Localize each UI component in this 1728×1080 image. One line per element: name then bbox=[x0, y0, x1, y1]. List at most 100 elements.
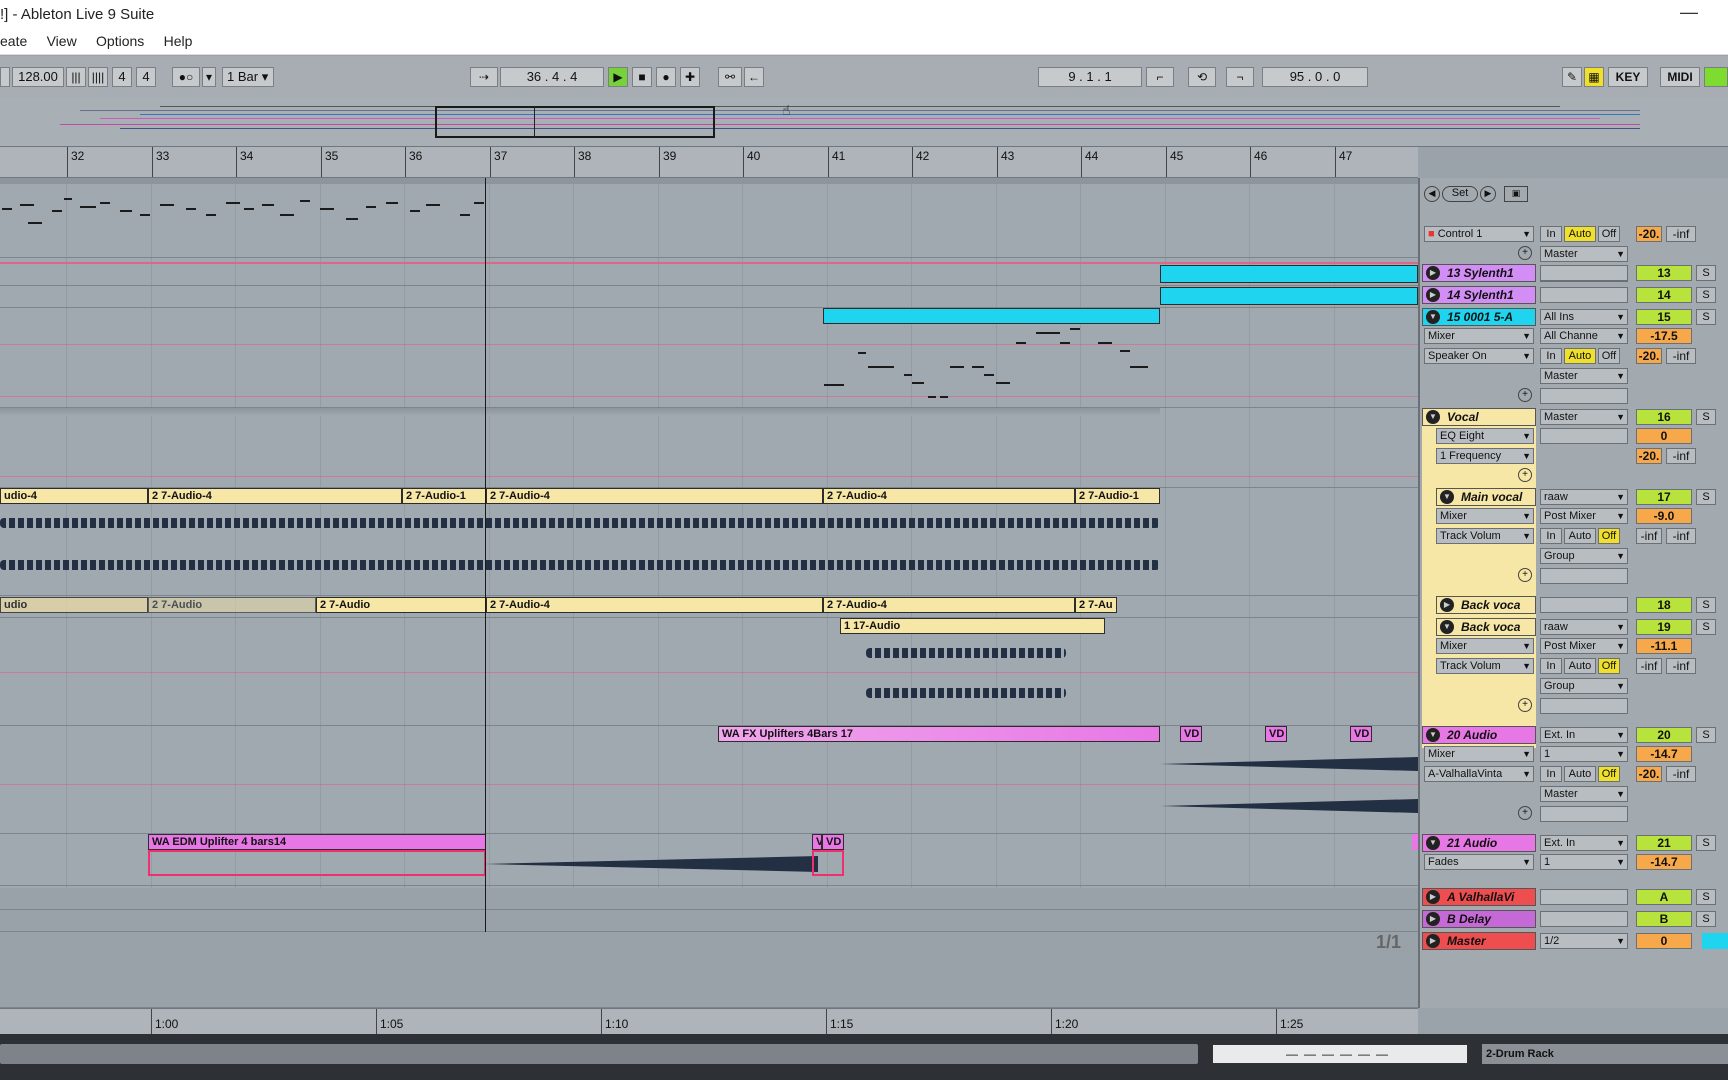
overview-viewport[interactable] bbox=[435, 106, 715, 138]
input-channel-select[interactable]: Post Mixer ▼ bbox=[1540, 638, 1628, 654]
automation-param-select[interactable]: 1 Frequency ▼ bbox=[1436, 448, 1534, 464]
output-select[interactable]: Group ▼ bbox=[1540, 678, 1628, 694]
automation-arm-icon[interactable]: ⚯ bbox=[718, 67, 742, 87]
clip[interactable]: VD bbox=[1180, 726, 1202, 742]
automation-device-select[interactable]: EQ Eight ▼ bbox=[1436, 428, 1534, 444]
input-select[interactable]: raaw ▼ bbox=[1540, 489, 1628, 505]
solo-button[interactable]: S bbox=[1696, 911, 1716, 927]
clip[interactable]: VD bbox=[1265, 726, 1287, 742]
clip[interactable]: 2 7-Audio-1 bbox=[402, 488, 486, 504]
menu-options[interactable]: Options bbox=[96, 28, 144, 54]
track-number[interactable]: 16 bbox=[1636, 409, 1692, 425]
output-select[interactable]: Master ▼ bbox=[1540, 246, 1628, 262]
output-select[interactable]: Master ▼ bbox=[1540, 368, 1628, 384]
solo-button[interactable]: S bbox=[1696, 287, 1716, 303]
automation-param-select[interactable]: Track Volum ▼ bbox=[1436, 528, 1534, 544]
track-number[interactable]: 18 bbox=[1636, 597, 1692, 613]
clip[interactable]: WA FX Uplifters 4Bars 17 bbox=[718, 726, 1160, 742]
pan-field[interactable]: -inf bbox=[1666, 658, 1696, 674]
input-select[interactable]: raaw ▼ bbox=[1540, 619, 1628, 635]
follow-icon[interactable]: ⇢ bbox=[470, 67, 498, 87]
track-lane-13[interactable] bbox=[0, 264, 1418, 286]
clip-selection[interactable] bbox=[812, 850, 844, 876]
track-name-21[interactable]: ▼ 21 Audio bbox=[1422, 834, 1536, 852]
monitor-in-button[interactable]: In bbox=[1540, 658, 1562, 674]
prev-locator-icon[interactable]: ◀ bbox=[1424, 186, 1440, 202]
track-lane[interactable] bbox=[0, 178, 1418, 258]
back-to-arrangement-icon[interactable]: ← bbox=[744, 67, 764, 87]
volume-field[interactable]: 0 bbox=[1636, 428, 1692, 444]
add-lane-icon[interactable]: + bbox=[1518, 468, 1532, 482]
monitor-in-button[interactable]: In bbox=[1540, 226, 1562, 242]
solo-button[interactable]: S bbox=[1696, 597, 1716, 613]
selected-device[interactable]: 2-Drum Rack bbox=[1482, 1044, 1728, 1064]
track-name-back-vocal-18[interactable]: ▶ Back voca bbox=[1436, 596, 1536, 614]
overdub-icon[interactable]: ✚ bbox=[680, 67, 700, 87]
tap-button[interactable] bbox=[0, 67, 10, 87]
input-select[interactable] bbox=[1540, 889, 1628, 905]
output-select[interactable]: 1/2 ▼ bbox=[1540, 933, 1628, 949]
input-select[interactable] bbox=[1540, 287, 1628, 303]
track-number[interactable]: 19 bbox=[1636, 619, 1692, 635]
output-select[interactable]: Master ▼ bbox=[1540, 786, 1628, 802]
track-lane-vocal[interactable] bbox=[0, 408, 1418, 488]
track-number[interactable]: 15 bbox=[1636, 309, 1692, 325]
add-lane-icon[interactable]: + bbox=[1518, 698, 1532, 712]
input-select[interactable]: All Ins ▼ bbox=[1540, 309, 1628, 325]
track-name-back-vocal-19[interactable]: ▼ Back voca bbox=[1436, 618, 1536, 636]
automation-device-select[interactable]: Fades ▼ bbox=[1424, 854, 1534, 870]
volume-field[interactable]: -14.7 bbox=[1636, 854, 1692, 870]
monitor-auto-button[interactable]: Auto bbox=[1564, 658, 1596, 674]
solo-button[interactable]: S bbox=[1696, 489, 1716, 505]
volume-db[interactable]: -inf bbox=[1636, 658, 1662, 674]
play-icon[interactable]: ▶ bbox=[608, 67, 628, 87]
track-number[interactable]: 17 bbox=[1636, 489, 1692, 505]
empty-select[interactable] bbox=[1540, 806, 1628, 822]
volume-db[interactable]: -20. bbox=[1636, 766, 1662, 782]
monitor-off-button[interactable]: Off bbox=[1598, 528, 1620, 544]
key-map-button[interactable]: KEY bbox=[1608, 67, 1648, 87]
volume-field[interactable]: -17.5 bbox=[1636, 328, 1692, 344]
input-select[interactable] bbox=[1540, 911, 1628, 927]
clip[interactable]: 2 7-Audio-4 bbox=[486, 488, 823, 504]
clip[interactable]: 2 7-Au bbox=[1075, 597, 1117, 613]
monitor-in-button[interactable]: In bbox=[1540, 348, 1562, 364]
clip[interactable]: 2 7-Audio-4 bbox=[823, 597, 1075, 613]
track-lane-main-vocal[interactable]: udio-4 2 7-Audio-4 2 7-Audio-1 2 7-Audio… bbox=[0, 488, 1418, 596]
set-locator-button[interactable]: Set bbox=[1442, 186, 1478, 202]
volume-field[interactable]: -9.0 bbox=[1636, 508, 1692, 524]
record-icon[interactable]: ● bbox=[656, 67, 676, 87]
automation-device-select[interactable]: Mixer ▼ bbox=[1436, 508, 1534, 524]
pan-field[interactable]: -inf bbox=[1666, 528, 1696, 544]
monitor-off-button[interactable]: Off bbox=[1598, 658, 1620, 674]
clip[interactable]: WA EDM Uplifter 4 bars14 bbox=[148, 834, 486, 850]
solo-button[interactable]: S bbox=[1696, 727, 1716, 743]
track-name-return-a[interactable]: ▶ A ValhallaVi bbox=[1422, 888, 1536, 906]
clip[interactable]: 2 7-Audio-4 bbox=[148, 488, 402, 504]
metronome-icon[interactable]: ●○ bbox=[172, 67, 200, 87]
track-lane-21[interactable]: WA EDM Uplifter 4 bars14 V VD bbox=[0, 834, 1418, 886]
computer-keyboard-icon[interactable]: ▦ bbox=[1584, 67, 1604, 87]
monitor-auto-button[interactable]: Auto bbox=[1564, 766, 1596, 782]
arrangement-view[interactable]: udio-4 2 7-Audio-4 2 7-Audio-1 2 7-Audio… bbox=[0, 178, 1418, 1008]
monitor-auto-button[interactable]: Auto bbox=[1564, 226, 1596, 242]
clip[interactable] bbox=[1160, 265, 1418, 283]
input-channel-select[interactable]: Post Mixer ▼ bbox=[1540, 508, 1628, 524]
solo-button[interactable]: S bbox=[1696, 619, 1716, 635]
pan-field[interactable]: -inf bbox=[1666, 448, 1696, 464]
pan-field[interactable]: -inf bbox=[1666, 348, 1696, 364]
input-channel-select[interactable]: 1 ▼ bbox=[1540, 746, 1628, 762]
master-lane[interactable]: 1/1 bbox=[0, 932, 1418, 1008]
track-number[interactable]: A bbox=[1636, 889, 1692, 905]
clip[interactable]: udio bbox=[0, 597, 148, 613]
loop-length-field[interactable]: 95 . 0 . 0 bbox=[1262, 67, 1368, 87]
tempo-field[interactable]: 128.00 bbox=[12, 67, 64, 87]
next-locator-icon[interactable]: ▶ bbox=[1480, 186, 1496, 202]
menu-view[interactable]: View bbox=[47, 28, 77, 54]
track-lane-14[interactable] bbox=[0, 286, 1418, 308]
track-name-return-b[interactable]: ▶ B Delay bbox=[1422, 910, 1536, 928]
solo-button[interactable]: S bbox=[1696, 835, 1716, 851]
clip[interactable]: VD bbox=[1350, 726, 1372, 742]
signature-numerator[interactable]: 4 bbox=[112, 67, 132, 87]
punch-out-icon[interactable]: ¬ bbox=[1226, 67, 1254, 87]
